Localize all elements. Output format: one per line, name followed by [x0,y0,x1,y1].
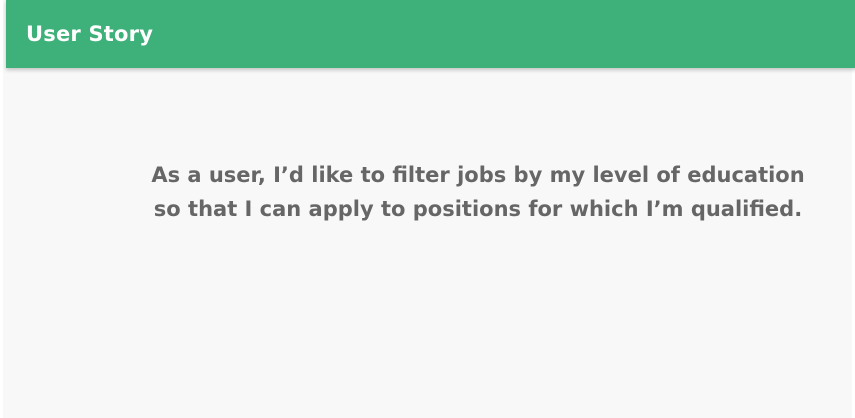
header-bar: User Story [6,0,855,68]
slide-frame: User Story As a user, I’d like to filter… [0,0,855,418]
user-story-text: As a user, I’d like to filter jobs by my… [133,158,823,226]
user-story-line-1: As a user, I’d like to filter jobs by my… [151,163,805,187]
content-area: As a user, I’d like to filter jobs by my… [3,68,852,418]
user-story-line-2: so that I can apply to positions for whi… [153,197,803,221]
page-title: User Story [26,22,154,46]
